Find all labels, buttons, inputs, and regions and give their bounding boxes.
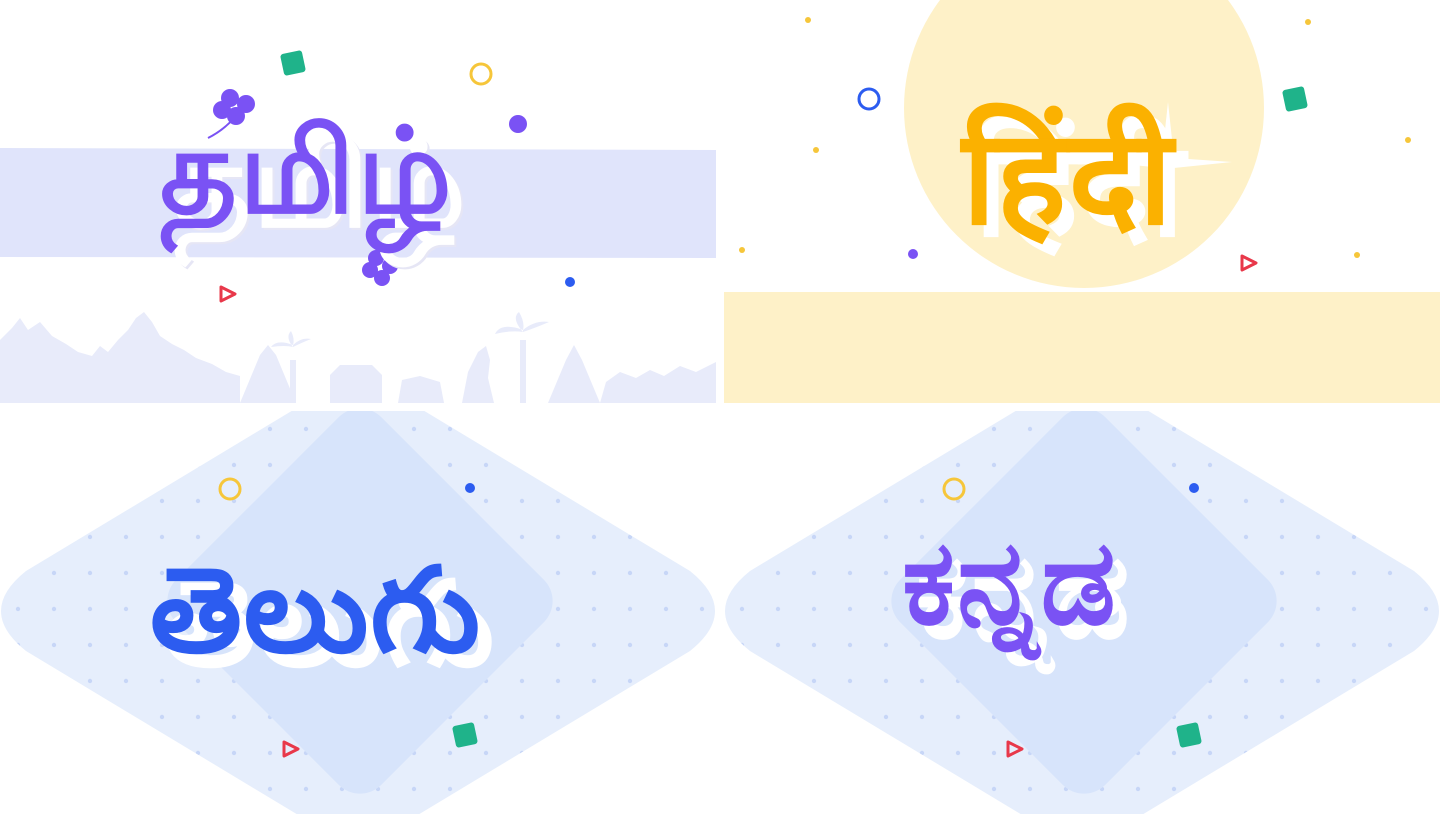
diamond-icon bbox=[280, 50, 306, 76]
skyline-silhouette bbox=[0, 312, 716, 403]
language-label-tamil: தமிழ் bbox=[160, 102, 454, 240]
dot-icon bbox=[908, 249, 918, 259]
diamond-icon bbox=[1176, 722, 1202, 748]
dot-icon bbox=[1189, 483, 1199, 493]
language-grid: தமிழ் हिंदी తెలుగు ಕನ್ನಡ bbox=[0, 0, 1440, 814]
dot-icon bbox=[509, 115, 527, 133]
ring-icon bbox=[469, 62, 493, 86]
diamond-icon bbox=[1282, 86, 1308, 112]
language-label-kannada: ಕನ್ನಡ bbox=[902, 513, 1118, 651]
tile-tamil[interactable]: தமிழ் bbox=[0, 0, 716, 403]
language-label-telugu: తెలుగు bbox=[150, 541, 482, 679]
hindi-band bbox=[724, 292, 1440, 403]
play-icon bbox=[219, 285, 237, 303]
dot-icon bbox=[465, 483, 475, 493]
play-icon bbox=[1240, 254, 1258, 272]
tile-kannada[interactable]: ಕನ್ನಡ bbox=[724, 411, 1440, 814]
dot-icon bbox=[565, 277, 575, 287]
tile-telugu[interactable]: తెలుగు bbox=[0, 411, 716, 814]
ring-icon bbox=[857, 87, 881, 111]
diamond-icon bbox=[452, 722, 478, 748]
tile-hindi[interactable]: हिंदी bbox=[724, 0, 1440, 403]
language-label-hindi: हिंदी bbox=[962, 101, 1175, 255]
